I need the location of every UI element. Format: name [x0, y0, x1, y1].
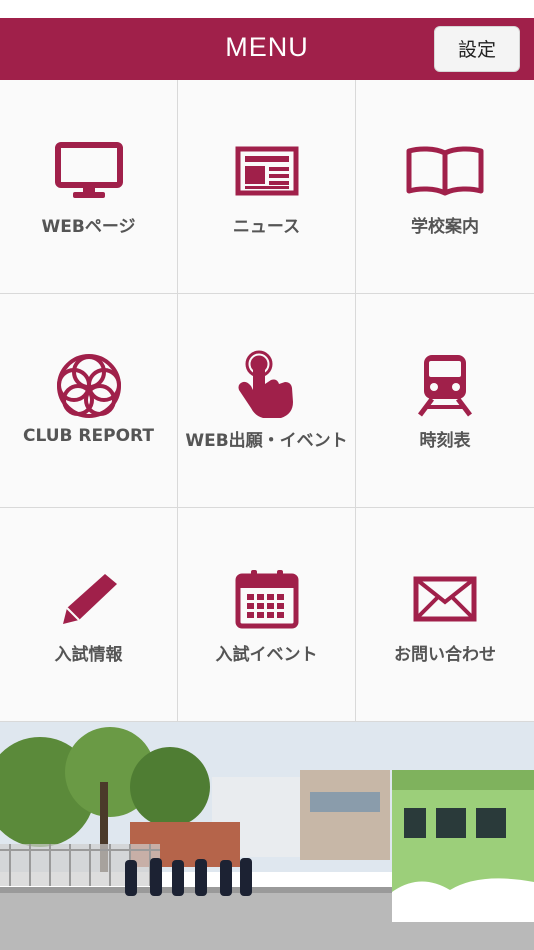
calendar-icon: [178, 564, 355, 634]
flower-icon: [0, 350, 177, 420]
monitor-icon: [0, 136, 177, 206]
menu-item-label: 入試イベント: [215, 645, 318, 665]
menu-item-label: お問い合わせ: [394, 645, 496, 665]
newspaper-icon: [178, 136, 355, 206]
school-photo: [0, 722, 534, 950]
settings-button[interactable]: 設定: [434, 26, 520, 72]
tap-hand-icon: [178, 350, 355, 420]
menu-item-label: 入試情報: [54, 645, 123, 665]
menu-header: MENU 設定: [0, 18, 534, 97]
menu-item-news[interactable]: ニュース: [178, 80, 356, 294]
menu-item-school-guide[interactable]: 学校案内: [356, 80, 534, 294]
menu-item-contact[interactable]: お問い合わせ: [356, 508, 534, 722]
menu-item-label: CLUB REPORT: [23, 426, 154, 446]
menu-grid: WEBページ ニュース 学校案内 CLUB REPORT WEB出願・イベント …: [0, 80, 534, 722]
mail-icon: [356, 564, 534, 634]
menu-item-label: ニュース: [232, 217, 301, 237]
book-icon: [356, 136, 534, 206]
menu-item-entrance-event[interactable]: 入試イベント: [178, 508, 356, 722]
pencil-icon: [0, 564, 177, 634]
menu-item-label: 時刻表: [419, 431, 471, 451]
menu-item-label: WEBページ: [41, 217, 136, 237]
train-icon: [356, 350, 534, 420]
menu-item-label: WEB出願・イベント: [185, 431, 348, 451]
menu-item-entrance-info[interactable]: 入試情報: [0, 508, 178, 722]
menu-item-club-report[interactable]: CLUB REPORT: [0, 294, 178, 508]
menu-item-web-page[interactable]: WEBページ: [0, 80, 178, 294]
menu-item-timetable[interactable]: 時刻表: [356, 294, 534, 508]
menu-item-label: 学校案内: [411, 217, 479, 237]
menu-item-web-application[interactable]: WEB出願・イベント: [178, 294, 356, 508]
